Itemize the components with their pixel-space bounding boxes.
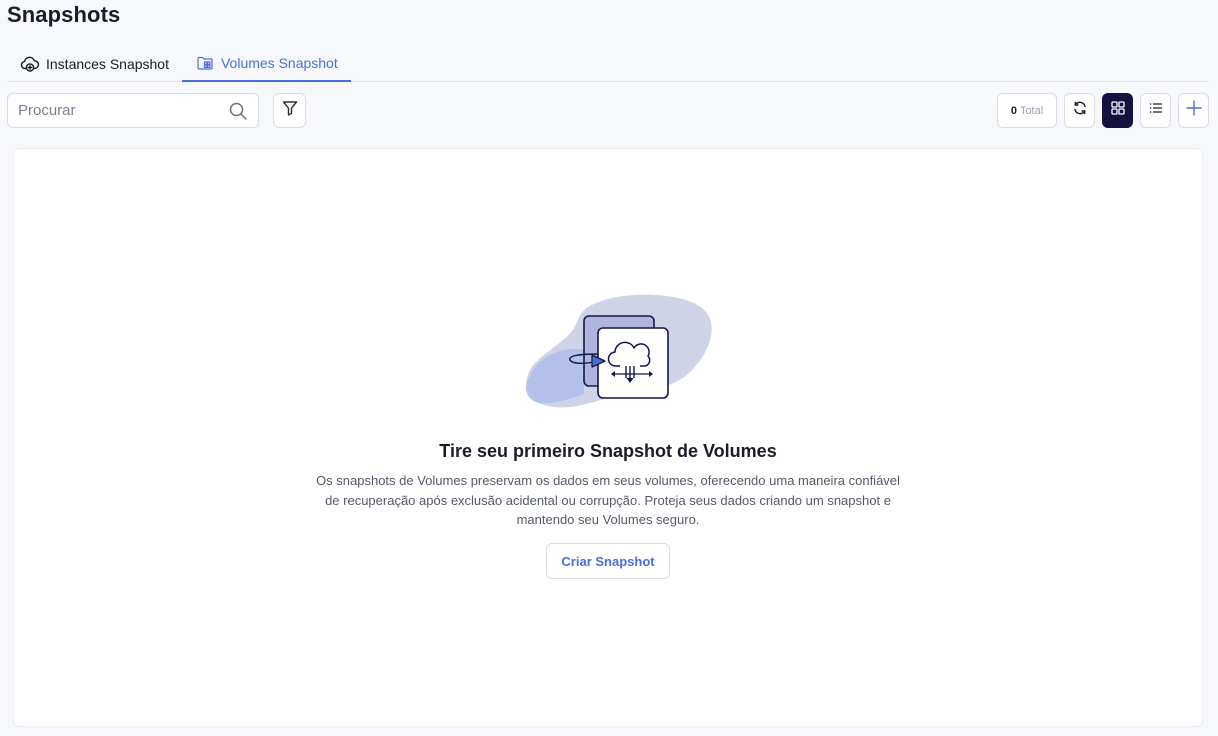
snapshot-tabs: Instances Snapshot Volumes Snapshot xyxy=(7,46,1209,82)
folder-grid-icon xyxy=(195,53,215,73)
add-snapshot-button[interactable] xyxy=(1178,93,1209,128)
grid-view-icon xyxy=(1110,101,1125,120)
total-count-badge: 0 Total xyxy=(997,93,1057,128)
total-count: 0 xyxy=(1010,104,1017,117)
tab-volumes-snapshot[interactable]: Volumes Snapshot xyxy=(181,46,351,82)
search-icon[interactable] xyxy=(228,101,248,121)
empty-state-description: Os snapshots de Volumes preservam os dad… xyxy=(316,473,900,527)
refresh-icon xyxy=(1072,100,1088,121)
search-box xyxy=(7,93,259,128)
filter-button[interactable] xyxy=(273,93,306,128)
tab-label: Volumes Snapshot xyxy=(220,55,338,71)
filter-icon xyxy=(281,99,299,122)
total-label: Total xyxy=(1019,104,1044,117)
search-input[interactable] xyxy=(18,102,228,119)
list-view-button[interactable] xyxy=(1140,93,1171,128)
refresh-button[interactable] xyxy=(1064,93,1095,128)
plus-icon xyxy=(1185,99,1203,122)
page-title: Snapshots xyxy=(7,2,121,27)
tab-instances-snapshot[interactable]: Instances Snapshot xyxy=(7,46,182,82)
create-snapshot-button[interactable]: Criar Snapshot xyxy=(546,543,670,579)
snapshots-page: Snapshots Instances Snapshot Volumes Sna… xyxy=(0,0,1218,736)
empty-state-title: Tire seu primeiro Snapshot de Volumes xyxy=(439,441,777,461)
list-view-icon xyxy=(1149,101,1163,120)
snapshots-content-panel: Tire seu primeiro Snapshot de Volumes Os… xyxy=(14,149,1202,726)
snapshot-illustration xyxy=(525,294,712,408)
grid-view-button[interactable] xyxy=(1102,93,1133,128)
cloud-plus-icon xyxy=(20,54,40,74)
tab-label: Instances Snapshot xyxy=(46,56,169,72)
